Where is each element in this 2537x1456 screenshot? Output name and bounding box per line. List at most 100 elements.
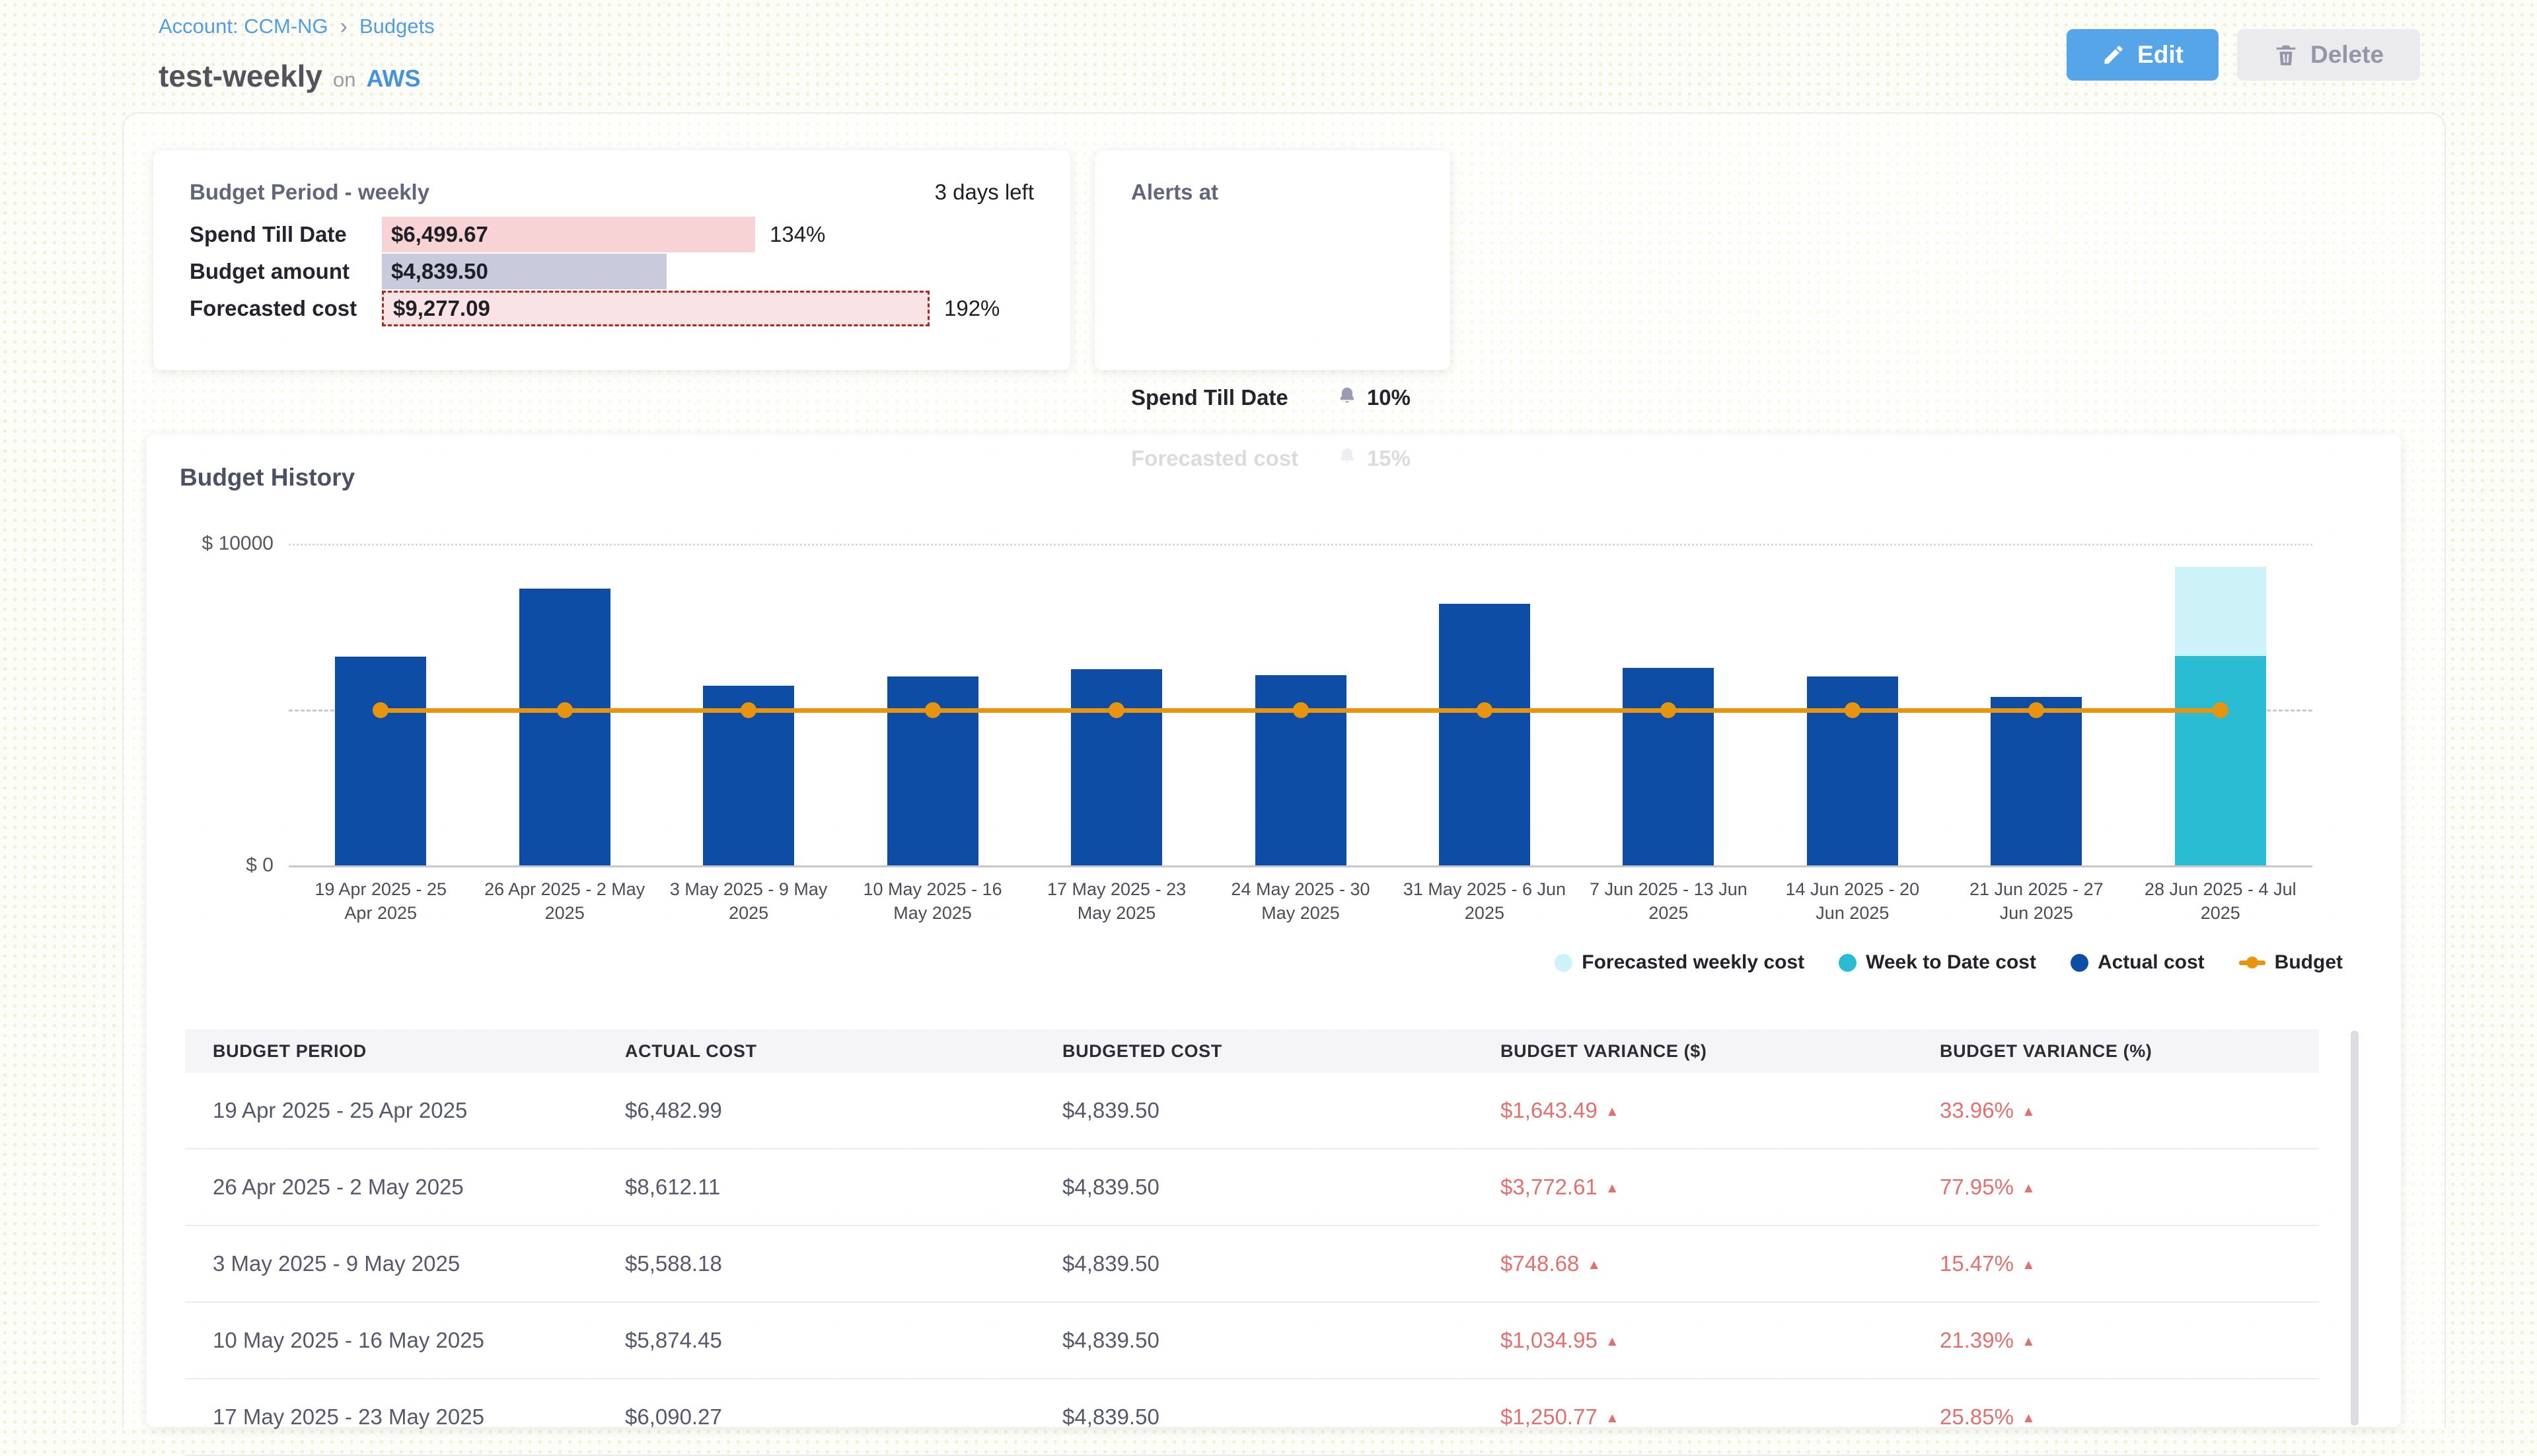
cell-variance: 21.39%▲ bbox=[1940, 1328, 2291, 1353]
col-header-actual-cost: ACTUAL COST bbox=[625, 1041, 1062, 1062]
alert-threshold: 10% bbox=[1367, 385, 1411, 410]
x-axis-label: 14 Jun 2025 - 20Jun 2025 bbox=[1761, 877, 1944, 925]
delete-button[interactable]: Delete bbox=[2237, 29, 2420, 81]
variance-up-icon: ▲ bbox=[2022, 1104, 2036, 1119]
x-axis-label: 19 Apr 2025 - 25Apr 2025 bbox=[289, 877, 472, 925]
budget-period-row-label: Forecasted cost bbox=[190, 296, 357, 321]
cell: 3 May 2025 - 9 May 2025 bbox=[185, 1251, 625, 1276]
budget-line-point[interactable] bbox=[925, 702, 941, 718]
x-axis-line bbox=[289, 865, 2312, 867]
bar-forecasted-weekly-cost[interactable] bbox=[2175, 567, 2266, 656]
variance-up-icon: ▲ bbox=[1605, 1104, 1619, 1119]
cell: $6,090.27 bbox=[625, 1404, 1062, 1430]
budget-period-percent: 192% bbox=[944, 296, 1000, 321]
budget-line-point[interactable] bbox=[557, 702, 573, 718]
cell-variance: $1,034.95▲ bbox=[1500, 1328, 1940, 1353]
budget-period-bar-spend: $6,499.67 bbox=[382, 217, 755, 252]
cell-variance: $1,250.77▲ bbox=[1500, 1404, 1940, 1430]
page-title-row: test-weekly on AWS bbox=[159, 58, 421, 94]
legend-item-actual-cost[interactable]: Actual cost bbox=[2071, 951, 2205, 974]
cell: $4,839.50 bbox=[1062, 1251, 1500, 1276]
cell: 19 Apr 2025 - 25 Apr 2025 bbox=[185, 1098, 625, 1123]
cell: $4,839.50 bbox=[1062, 1404, 1500, 1430]
legend-label: Budget bbox=[2275, 951, 2343, 974]
variance-up-icon: ▲ bbox=[1605, 1334, 1619, 1349]
legend-item-forecasted-weekly[interactable]: Forecasted weekly cost bbox=[1555, 951, 1804, 974]
title-on-label: on bbox=[333, 68, 355, 92]
legend-item-week-to-date[interactable]: Week to Date cost bbox=[1839, 951, 2036, 974]
budget-period-row-label: Budget amount bbox=[190, 259, 349, 284]
trash-icon bbox=[2273, 42, 2298, 67]
budget-period-percent: 134% bbox=[770, 222, 825, 247]
variance-up-icon: ▲ bbox=[1605, 1181, 1619, 1196]
cell: $4,839.50 bbox=[1062, 1175, 1500, 1200]
table-row: 3 May 2025 - 9 May 2025$5,588.18$4,839.5… bbox=[185, 1226, 2319, 1303]
alert-label: Spend Till Date bbox=[1131, 385, 1337, 410]
budget-line-point[interactable] bbox=[1845, 702, 1860, 718]
budget-line-point[interactable] bbox=[2213, 702, 2228, 718]
budget-period-row: Forecasted cost $9,277.09 192% bbox=[153, 291, 1070, 326]
chevron-right-icon: › bbox=[340, 17, 348, 37]
cell: 10 May 2025 - 16 May 2025 bbox=[185, 1328, 625, 1353]
x-axis-label: 26 Apr 2025 - 2 May2025 bbox=[472, 877, 656, 925]
cell-variance: $748.68▲ bbox=[1500, 1251, 1940, 1276]
legend-dot-forecasted bbox=[1555, 954, 1572, 972]
delete-button-label: Delete bbox=[2310, 41, 2384, 69]
bell-icon bbox=[1337, 386, 1358, 410]
y-axis-tick-0: $ 0 bbox=[168, 854, 274, 877]
table-scrollbar[interactable] bbox=[2351, 1031, 2359, 1426]
bar-actual-cost[interactable] bbox=[1991, 697, 2082, 865]
x-axis-label: 7 Jun 2025 - 13 Jun2025 bbox=[1576, 877, 1760, 925]
table-row: 10 May 2025 - 16 May 2025$5,874.45$4,839… bbox=[185, 1303, 2319, 1379]
legend-label: Forecasted weekly cost bbox=[1582, 951, 1804, 974]
alerts-card-title: Alerts at bbox=[1131, 180, 1218, 205]
x-axis-labels: 19 Apr 2025 - 25Apr 202526 Apr 2025 - 2 … bbox=[289, 877, 2312, 950]
y-axis-tick-10000: $ 10000 bbox=[168, 532, 274, 555]
cell-variance: 15.47%▲ bbox=[1940, 1251, 2291, 1276]
bar-actual-cost[interactable] bbox=[335, 657, 426, 865]
budget-period-card-title: Budget Period - weekly bbox=[190, 180, 429, 205]
budget-history-chart bbox=[289, 544, 2312, 865]
cell: $5,874.45 bbox=[625, 1328, 1062, 1353]
budget-period-row: Budget amount$4,839.50 bbox=[153, 254, 1070, 289]
x-axis-label: 21 Jun 2025 - 27Jun 2025 bbox=[1944, 877, 2128, 925]
budget-history-title: Budget History bbox=[180, 464, 355, 491]
budget-period-bar-value: $9,277.09 bbox=[384, 296, 490, 321]
legend-item-budget[interactable]: Budget bbox=[2239, 951, 2343, 974]
bar-actual-cost[interactable] bbox=[1071, 669, 1162, 865]
variance-up-icon: ▲ bbox=[2022, 1257, 2036, 1272]
budget-period-bar-value: $6,499.67 bbox=[382, 222, 488, 247]
cell-variance: 77.95%▲ bbox=[1940, 1175, 2291, 1200]
breadcrumb-budgets-link[interactable]: Budgets bbox=[359, 15, 435, 38]
edit-button[interactable]: Edit bbox=[2067, 29, 2219, 81]
col-header-budget-period: BUDGET PERIOD bbox=[185, 1041, 625, 1062]
bar-actual-cost[interactable] bbox=[1439, 604, 1530, 865]
budget-line-point[interactable] bbox=[1293, 702, 1309, 718]
breadcrumb-account-link[interactable]: Account: CCM-NG bbox=[159, 15, 328, 38]
cell-variance: 25.85%▲ bbox=[1940, 1404, 2291, 1430]
bar-week-to-date-cost[interactable] bbox=[2175, 656, 2266, 865]
cell: 26 Apr 2025 - 2 May 2025 bbox=[185, 1175, 625, 1200]
col-header-budgeted-cost: BUDGETED COST bbox=[1062, 1041, 1500, 1062]
col-header-variance-usd: BUDGET VARIANCE ($) bbox=[1500, 1041, 1940, 1062]
legend-label: Actual cost bbox=[2098, 951, 2205, 974]
legend-label: Week to Date cost bbox=[1866, 951, 2036, 974]
budget-history-card: Budget History $ 10000 $ 0 19 Apr 2025 -… bbox=[147, 435, 2401, 1427]
cell: $8,612.11 bbox=[625, 1175, 1062, 1200]
table-row: 17 May 2025 - 23 May 2025$6,090.27$4,839… bbox=[185, 1379, 2319, 1456]
variance-up-icon: ▲ bbox=[2022, 1334, 2036, 1349]
bar-actual-cost[interactable] bbox=[519, 589, 610, 865]
alerts-card: Alerts at Spend Till Date 10% Forecasted… bbox=[1095, 151, 1450, 370]
variance-up-icon: ▲ bbox=[2022, 1181, 2036, 1196]
legend-dot-actual bbox=[2071, 954, 2088, 972]
budget-period-row: Spend Till Date$6,499.67134% bbox=[153, 217, 1070, 252]
bar-actual-cost[interactable] bbox=[1623, 668, 1714, 865]
breadcrumb: Account: CCM-NG › Budgets bbox=[159, 15, 435, 38]
page-title: test-weekly bbox=[159, 58, 322, 94]
x-axis-label: 24 May 2025 - 30May 2025 bbox=[1208, 877, 1392, 925]
table-header-row: BUDGET PERIOD ACTUAL COST BUDGETED COST … bbox=[185, 1029, 2319, 1073]
budget-period-card: Budget Period - weekly 3 days left Spend… bbox=[153, 151, 1070, 370]
x-axis-label: 17 May 2025 - 23May 2025 bbox=[1025, 877, 1208, 925]
x-axis-label: 10 May 2025 - 16May 2025 bbox=[840, 877, 1024, 925]
variance-up-icon: ▲ bbox=[1605, 1410, 1619, 1426]
